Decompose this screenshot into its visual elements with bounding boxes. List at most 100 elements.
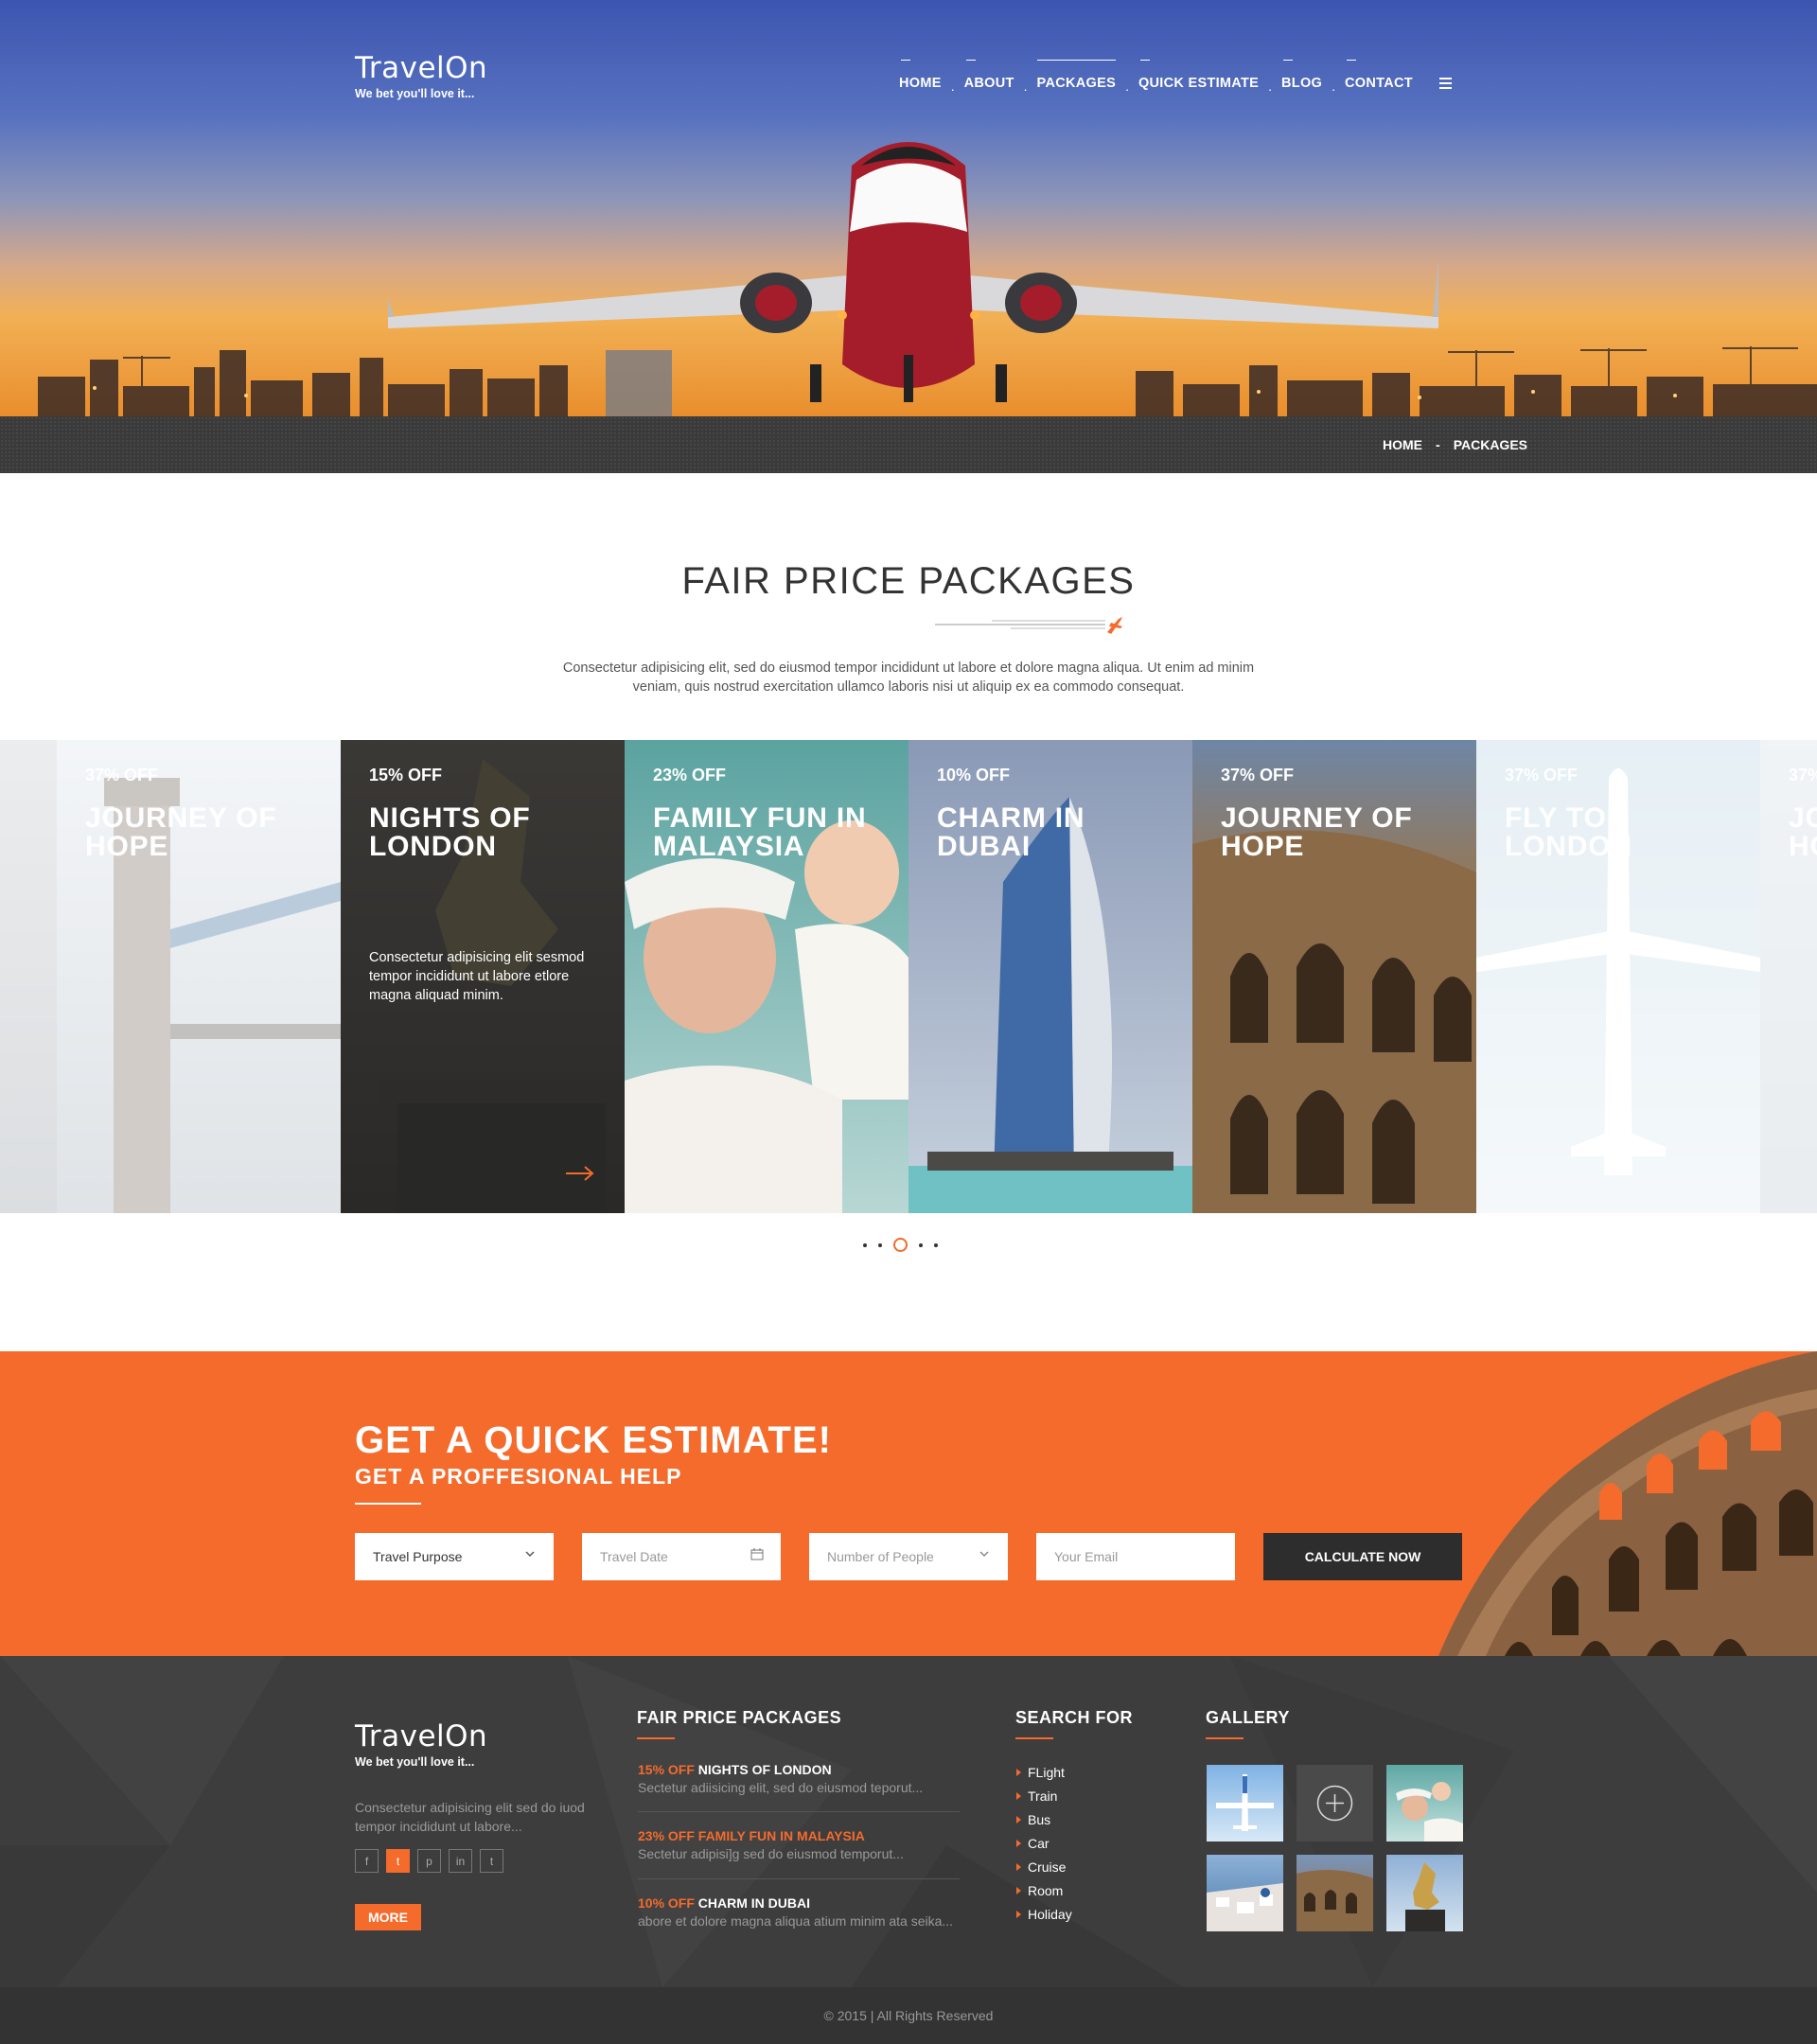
carousel-dot-active[interactable]: [893, 1238, 908, 1252]
divider: [638, 1878, 960, 1879]
breadcrumb-separator: -: [1436, 437, 1440, 452]
search-link-cruise[interactable]: Cruise: [1016, 1855, 1072, 1878]
linkedin-icon[interactable]: in: [449, 1849, 472, 1873]
family-thumbnail: [1396, 1782, 1463, 1841]
search-link-holiday[interactable]: Holiday: [1016, 1902, 1072, 1926]
gallery-thumb[interactable]: [1207, 1855, 1283, 1931]
quick-estimate-section: GET A QUICK ESTIMATE! GET A PROFFESIONAL…: [0, 1351, 1817, 1656]
email-input[interactable]: Your Email: [1036, 1533, 1235, 1580]
main-nav: HOME . ABOUT . PACKAGES . QUICK ESTIMATE…: [899, 60, 1452, 94]
package-card[interactable]: 37% OFF JOURNEY OF HOPE: [1192, 740, 1476, 1213]
gallery-thumb[interactable]: [1207, 1765, 1283, 1841]
nav-home[interactable]: HOME: [899, 60, 942, 91]
package-card[interactable]: 37% OFF JOURNEY OF HOPE: [0, 740, 57, 1213]
carousel-dot[interactable]: [934, 1242, 938, 1247]
gallery-thumb[interactable]: [1386, 1765, 1463, 1841]
caret-right-icon: [1016, 1768, 1021, 1776]
calculate-now-button[interactable]: CALCULATE NOW: [1263, 1533, 1462, 1580]
footer-package-text: Sectetur adiisicing elit, sed do eiusmod…: [638, 1780, 924, 1795]
card-discount: 15% OFF: [369, 766, 443, 784]
card-discount: 37% OFF: [1789, 766, 1817, 784]
card-discount: 37% OFF: [85, 766, 159, 784]
arrow-right-icon[interactable]: [566, 1166, 594, 1181]
colosseum-illustration: [1438, 1351, 1817, 1656]
search-link-flight[interactable]: FLight: [1016, 1760, 1072, 1784]
logo-wordmark: TravelOn: [355, 51, 488, 85]
tumblr-icon[interactable]: t: [480, 1849, 503, 1873]
carousel-dot[interactable]: [863, 1242, 867, 1247]
more-button[interactable]: MORE: [355, 1904, 421, 1930]
nav-contact[interactable]: CONTACT: [1345, 60, 1413, 91]
airplane-thumbnail: [1216, 1774, 1274, 1831]
nav-separator: .: [1023, 79, 1028, 94]
logo[interactable]: TravelOn We bet you'll love it...: [355, 51, 488, 101]
copyright: © 2015 | All Rights Reserved: [0, 1987, 1817, 2044]
card-title: JOURNEY OF HOPE: [85, 802, 277, 862]
travel-purpose-value: Travel Purpose: [373, 1549, 463, 1564]
footer-package-text: abore et dolore magna aliqua atium minim…: [638, 1913, 954, 1929]
card-description: Consectetur adipisicing elit sesmod temp…: [369, 950, 585, 1003]
twitter-icon[interactable]: t: [386, 1849, 410, 1873]
caret-right-icon: [1016, 1910, 1021, 1918]
footer-package-item[interactable]: 23% OFF FAMILY FUN IN MALAYSIA Sectetur …: [638, 1828, 960, 1861]
nav-separator: .: [1332, 79, 1336, 94]
footer-package-text: Sectetur adipisi]g sed do eiusmod tempor…: [638, 1846, 904, 1861]
card-discount: 37% OFF: [1505, 766, 1579, 784]
gallery-thumb[interactable]: [1297, 1855, 1373, 1931]
breadcrumb-bar: HOME - PACKAGES: [0, 416, 1817, 473]
nav-quick-estimate[interactable]: QUICK ESTIMATE: [1138, 60, 1259, 91]
estimate-underline: [355, 1503, 421, 1505]
hero-banner: TravelOn We bet you'll love it... HOME .…: [0, 0, 1817, 416]
search-link-train[interactable]: Train: [1016, 1784, 1072, 1807]
search-link-bus[interactable]: Bus: [1016, 1807, 1072, 1831]
gallery-thumb-more[interactable]: [1297, 1765, 1373, 1841]
carousel-dot[interactable]: [919, 1242, 923, 1247]
carousel-pagination: [863, 1238, 938, 1252]
breadcrumb-home[interactable]: HOME: [1383, 437, 1422, 452]
hamburger-icon[interactable]: [1438, 78, 1452, 89]
calendar-icon: [750, 1548, 764, 1560]
card-title: FLY TO LONDON: [1505, 802, 1632, 862]
search-link-car[interactable]: Car: [1016, 1831, 1072, 1855]
footer-heading-underline: [1206, 1737, 1244, 1739]
nav-about[interactable]: ABOUT: [964, 60, 1014, 91]
card-title: JOURNEY OF HOPE: [1789, 802, 1817, 862]
package-name: NIGHTS OF LONDON: [697, 1762, 832, 1777]
social-links: f t p in t: [355, 1849, 503, 1873]
footer-package-item[interactable]: 10% OFF CHARM IN DUBAI abore et dolore m…: [638, 1895, 960, 1929]
package-card[interactable]: 23% OFF FAMILY FUN IN MALAYSIA: [625, 740, 908, 1213]
breadcrumb-current: PACKAGES: [1453, 437, 1527, 452]
carousel-dot[interactable]: [878, 1242, 882, 1247]
travel-purpose-select[interactable]: Travel Purpose: [355, 1533, 554, 1580]
package-card[interactable]: 10% OFF CHARM IN DUBAI: [908, 740, 1192, 1213]
card-title: JOURNEY OF HOPE: [1221, 802, 1413, 862]
travel-date-input[interactable]: Travel Date: [582, 1533, 781, 1580]
estimate-title: GET A QUICK ESTIMATE!: [355, 1419, 832, 1461]
footer-package-title: 23% OFF FAMILY FUN IN MALAYSIA: [638, 1828, 960, 1843]
footer-logo[interactable]: TravelOn We bet you'll love it...: [355, 1719, 488, 1770]
gallery-thumb[interactable]: [1386, 1855, 1463, 1931]
pinterest-icon[interactable]: p: [417, 1849, 441, 1873]
travel-date-placeholder: Travel Date: [600, 1549, 668, 1564]
nav-packages[interactable]: PACKAGES: [1036, 60, 1117, 91]
footer-package-title: 15% OFF NIGHTS OF LONDON: [638, 1762, 960, 1777]
number-of-people-select[interactable]: Number of People: [809, 1533, 1008, 1580]
package-card[interactable]: 37% OFF JOURNEY OF HOPE: [57, 740, 341, 1213]
package-card[interactable]: 37% OFF JOURNEY OF HOPE: [1760, 740, 1817, 1213]
search-for-list: FLight Train Bus Car Cruise Room Holiday: [1016, 1760, 1072, 1926]
nav-blog[interactable]: BLOG: [1281, 60, 1322, 91]
logo-wordmark: TravelOn: [355, 1719, 488, 1753]
footer-packages-title: FAIR PRICE PACKAGES: [637, 1708, 842, 1727]
package-card-active[interactable]: 15% OFF NIGHTS OF LONDON Consectetur adi…: [341, 740, 625, 1213]
footer-gallery-title: GALLERY: [1206, 1708, 1290, 1727]
package-card[interactable]: 37% OFF FLY TO LONDON: [1476, 740, 1760, 1213]
footer-search-title: SEARCH FOR: [1015, 1708, 1134, 1727]
card-title: JOURNEY OF HOPE: [0, 804, 38, 861]
search-link-room[interactable]: Room: [1016, 1878, 1072, 1902]
card-discount: 10% OFF: [937, 766, 1011, 784]
nav-separator: .: [950, 79, 955, 94]
plus-circle-icon: [1316, 1785, 1353, 1822]
facebook-icon[interactable]: f: [355, 1849, 379, 1873]
logo-tagline: We bet you'll love it...: [355, 1755, 475, 1769]
footer-package-item[interactable]: 15% OFF NIGHTS OF LONDON Sectetur adiisi…: [638, 1762, 960, 1795]
